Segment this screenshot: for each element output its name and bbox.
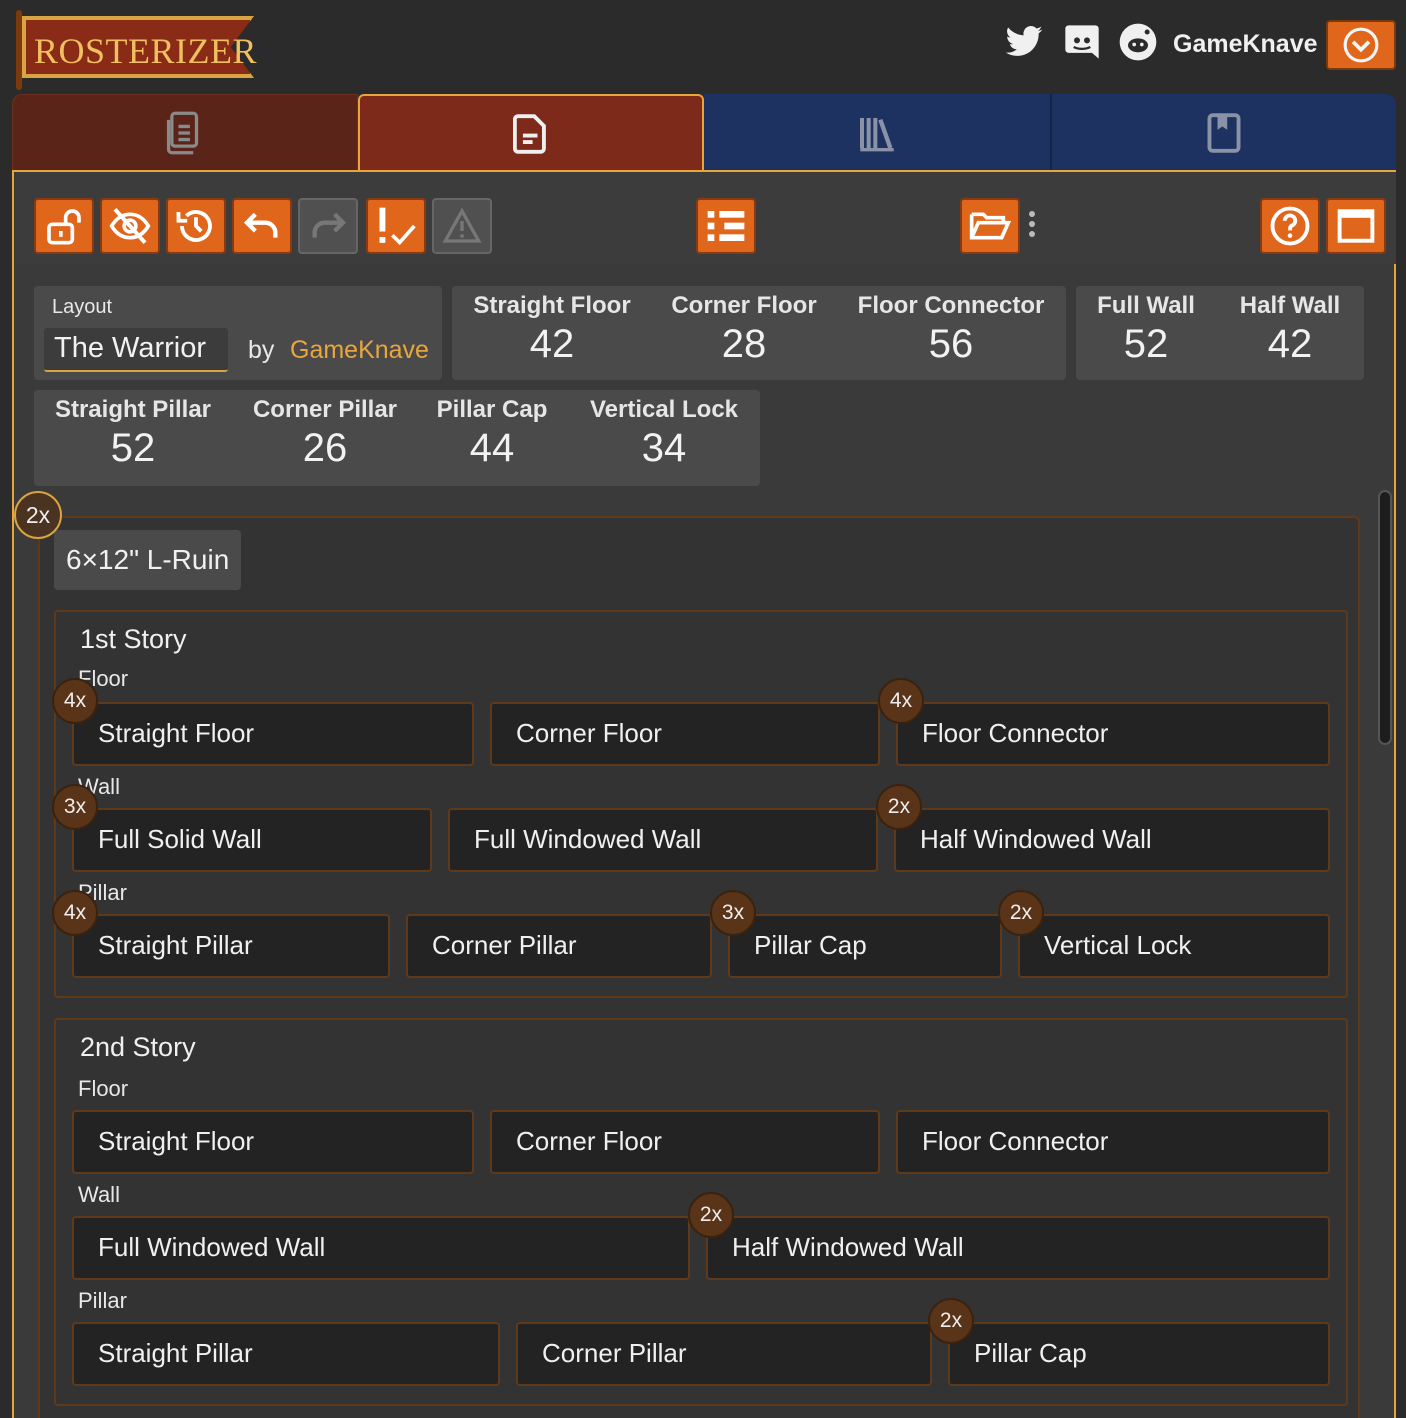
open-folder-button[interactable] <box>960 198 1020 254</box>
reddit-icon[interactable] <box>1118 22 1158 62</box>
story-2: 2nd Story Floor Straight Floor Corner Fl… <box>54 1018 1348 1406</box>
twitter-icon[interactable] <box>1004 22 1044 62</box>
section-count-badge: 2x <box>14 491 62 539</box>
layout-label: Layout <box>52 296 113 318</box>
stat-vertical-lock: Vertical Lock 34 <box>589 396 739 470</box>
count-badge: 4x <box>52 890 98 936</box>
pillar-stats: Straight Pillar 52 Corner Pillar 26 Pill… <box>34 390 760 486</box>
history-button[interactable] <box>166 198 226 254</box>
layout-name-field[interactable]: The Warrior <box>44 328 228 372</box>
piece-vertical-lock[interactable]: Vertical Lock <box>1018 914 1330 978</box>
layout-info: Layout The Warrior by GameKnave <box>34 286 442 380</box>
piece-full-windowed-wall[interactable]: Full Windowed Wall <box>448 808 878 872</box>
discord-icon[interactable] <box>1062 22 1102 62</box>
list-view-button[interactable] <box>696 198 756 254</box>
logo-text: ROSTERIZER <box>34 31 258 71</box>
maximize-icon <box>1337 209 1375 243</box>
help-button[interactable] <box>1260 198 1320 254</box>
roster-panel: Layout The Warrior by GameKnave Straight… <box>12 170 1396 1418</box>
warning-icon <box>442 207 482 243</box>
category-floor-label: Floor <box>78 1076 129 1101</box>
stat-corner-floor: Corner Floor 28 <box>671 292 817 366</box>
chevron-down-icon <box>1343 27 1379 63</box>
piece-pillar-cap[interactable]: Pillar Cap <box>948 1322 1330 1386</box>
story-title: 1st Story <box>80 624 187 654</box>
scrollbar[interactable] <box>1378 490 1392 745</box>
rosterizer-logo[interactable]: ROSTERIZER <box>12 10 258 90</box>
tab-document[interactable] <box>358 94 704 172</box>
validate-button[interactable] <box>366 198 426 254</box>
piece-corner-pillar[interactable]: Corner Pillar <box>406 914 712 978</box>
count-badge: 2x <box>688 1192 734 1238</box>
count-badge: 2x <box>876 784 922 830</box>
piece-floor-connector[interactable]: Floor Connector <box>896 702 1330 766</box>
user-menu-button[interactable] <box>1326 20 1396 70</box>
validate-icon <box>379 207 416 246</box>
stat-straight-pillar: Straight Pillar 52 <box>54 396 212 470</box>
piece-corner-floor[interactable]: Corner Floor <box>490 1110 880 1174</box>
list-icon <box>707 211 745 241</box>
stat-half-wall: Half Wall 42 <box>1239 292 1341 366</box>
undo-icon <box>243 212 278 238</box>
count-badge: 4x <box>52 678 98 724</box>
document-icon <box>513 114 546 154</box>
count-badge: 3x <box>710 890 756 936</box>
tab-library[interactable] <box>704 94 1050 172</box>
unlock-button[interactable] <box>34 198 94 254</box>
wall-stats: Full Wall 52 Half Wall 42 <box>1076 286 1364 380</box>
help-icon <box>1270 206 1310 246</box>
stat-corner-pillar: Corner Pillar 26 <box>252 396 398 470</box>
maximize-button[interactable] <box>1326 198 1386 254</box>
category-wall-label: Wall <box>78 1182 120 1207</box>
more-options-icon[interactable] <box>1028 208 1036 244</box>
category-pillar-label: Pillar <box>78 1288 127 1313</box>
piece-corner-pillar[interactable]: Corner Pillar <box>516 1322 932 1386</box>
documents-icon <box>166 111 199 155</box>
count-badge: 3x <box>52 784 98 830</box>
main-tabs <box>12 94 1396 172</box>
username[interactable]: GameKnave <box>1173 30 1318 59</box>
history-icon <box>176 210 212 242</box>
count-badge: 4x <box>878 678 924 724</box>
unlock-icon <box>47 209 81 245</box>
layout-author-link[interactable]: GameKnave <box>290 336 429 365</box>
stat-straight-floor: Straight Floor 42 <box>473 292 631 366</box>
redo-button[interactable] <box>298 198 358 254</box>
folder-open-icon <box>969 212 1012 240</box>
piece-full-solid-wall[interactable]: Full Solid Wall <box>72 808 432 872</box>
piece-corner-floor[interactable]: Corner Floor <box>490 702 880 766</box>
stat-floor-connector: Floor Connector 56 <box>857 292 1045 366</box>
tab-bookmark[interactable] <box>1050 94 1396 172</box>
story-1: 1st Story Floor Straight Floor Corner Fl… <box>52 610 1348 998</box>
piece-straight-floor[interactable]: Straight Floor <box>72 1110 474 1174</box>
redo-icon <box>312 212 347 238</box>
count-badge: 2x <box>928 1298 974 1344</box>
layout-by: by <box>248 336 275 364</box>
bookmark-icon <box>1207 113 1241 153</box>
warning-button[interactable] <box>432 198 492 254</box>
piece-floor-connector[interactable]: Floor Connector <box>896 1110 1330 1174</box>
piece-pillar-cap[interactable]: Pillar Cap <box>728 914 1002 978</box>
hide-button[interactable] <box>100 198 160 254</box>
floor-stats: Straight Floor 42 Corner Floor 28 Floor … <box>452 286 1066 380</box>
tab-documents[interactable] <box>12 94 358 172</box>
count-badge: 2x <box>998 890 1044 936</box>
piece-straight-pillar[interactable]: Straight Pillar <box>72 1322 500 1386</box>
piece-straight-pillar[interactable]: Straight Pillar <box>72 914 390 978</box>
roster-content: Layout The Warrior by GameKnave Straight… <box>14 264 1394 1418</box>
terrain-section: 6×12" L-Ruin 1st Story Floor Straight Fl… <box>38 516 1360 1418</box>
piece-half-windowed-wall[interactable]: Half Windowed Wall <box>894 808 1330 872</box>
stat-full-wall: Full Wall 52 <box>1097 292 1195 366</box>
undo-button[interactable] <box>232 198 292 254</box>
stat-pillar-cap: Pillar Cap 44 <box>436 396 548 470</box>
library-icon <box>860 118 894 152</box>
section-title[interactable]: 6×12" L-Ruin <box>54 530 242 590</box>
piece-full-windowed-wall[interactable]: Full Windowed Wall <box>72 1216 690 1280</box>
piece-straight-floor[interactable]: Straight Floor <box>72 702 474 766</box>
hide-icon <box>109 207 151 245</box>
story-title: 2nd Story <box>80 1032 196 1062</box>
piece-half-windowed-wall[interactable]: Half Windowed Wall <box>706 1216 1330 1280</box>
toolbar <box>16 172 1396 264</box>
top-bar: ROSTERIZER GameKnave <box>0 0 1406 92</box>
